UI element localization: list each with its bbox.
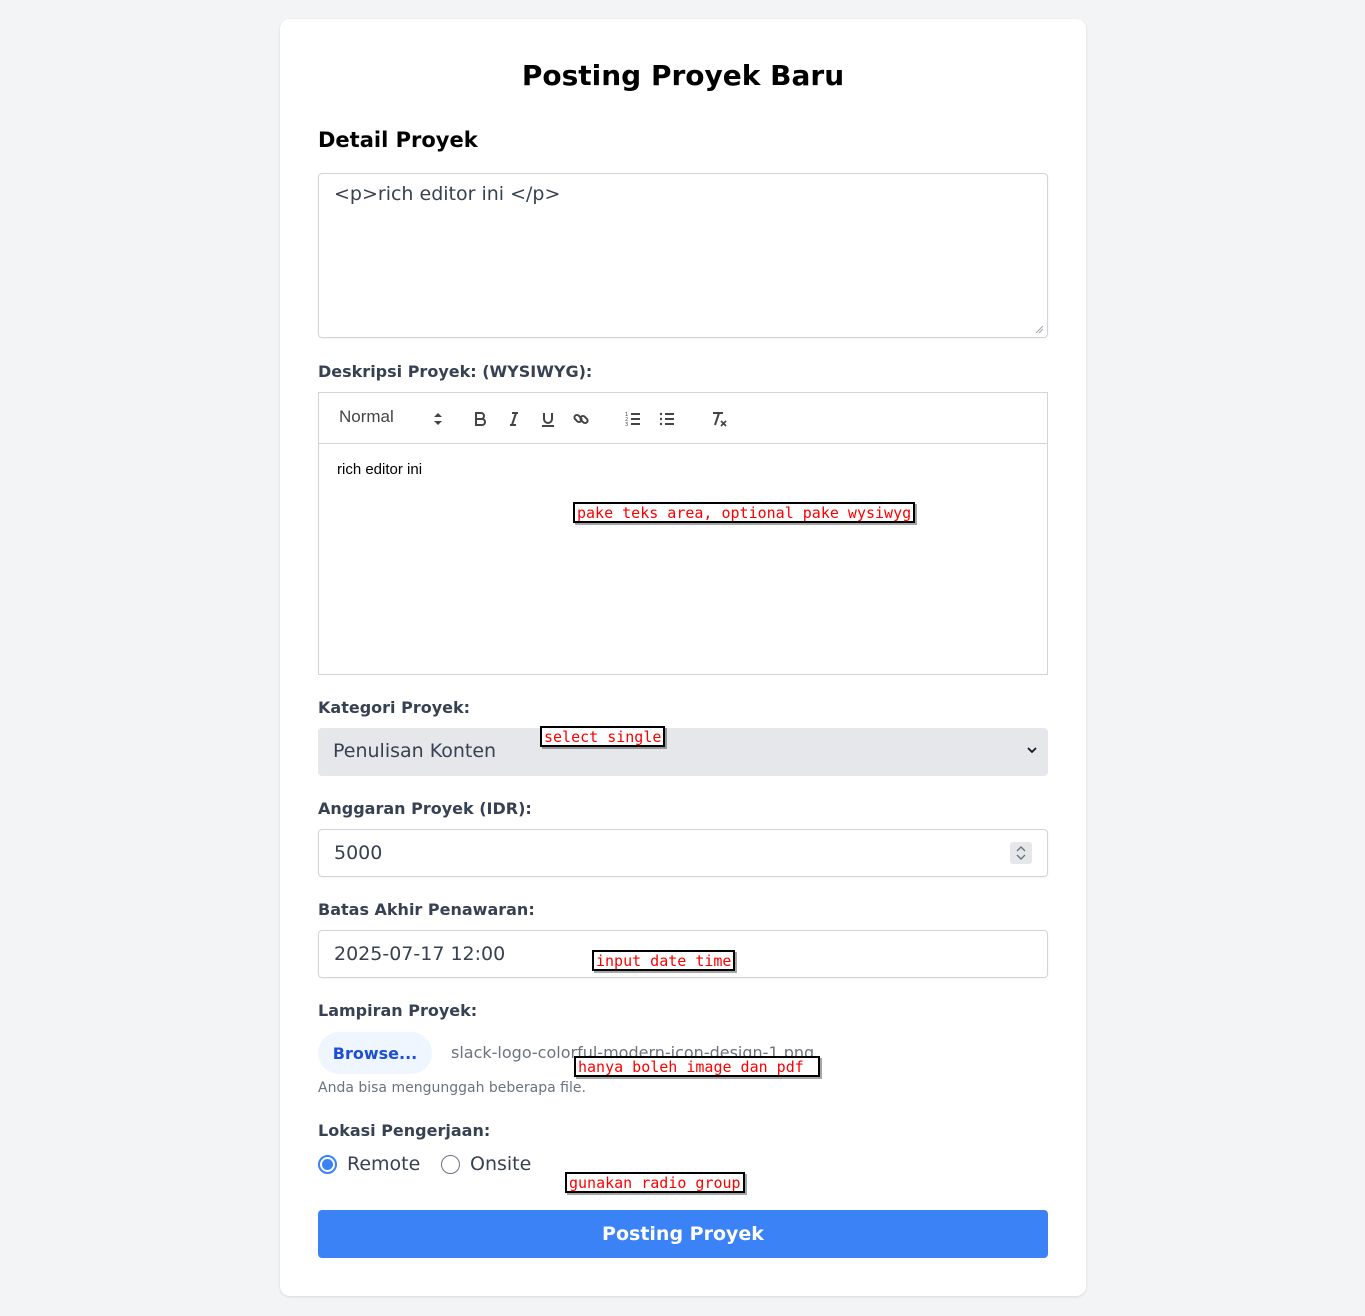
radio-option-onsite[interactable]: Onsite	[441, 1153, 531, 1175]
bullet-list-icon[interactable]	[654, 406, 680, 432]
page-title: Posting Proyek Baru	[521, 59, 845, 92]
underline-icon[interactable]	[535, 406, 561, 432]
annotation-datetime-note: input date time	[592, 950, 736, 971]
radio-onsite-label: Onsite	[470, 1153, 532, 1175]
spinner-arrows-icon	[1016, 846, 1026, 860]
annotation-radio-note: gunakan radio group	[565, 1172, 745, 1193]
radio-onsite[interactable]	[441, 1154, 460, 1174]
budget-label: Anggaran Proyek (IDR):	[318, 799, 532, 818]
description-label: Deskripsi Proyek: (WYSIWYG):	[318, 362, 593, 381]
editor-content: rich editor ini	[337, 461, 423, 478]
deadline-label: Batas Akhir Penawaran:	[318, 900, 535, 919]
detail-textarea-value: <p>rich editor ini </p>	[334, 183, 561, 205]
select-arrows-icon	[434, 413, 442, 425]
format-select-value: Normal	[339, 407, 394, 426]
radio-remote-label: Remote	[347, 1153, 421, 1175]
wysiwyg-editor[interactable]: rich editor ini	[318, 444, 1048, 675]
browse-button[interactable]: Browse...	[318, 1032, 432, 1074]
submit-button[interactable]: Posting Proyek	[318, 1210, 1048, 1258]
attachment-hint: Anda bisa mengunggah beberapa file.	[318, 1080, 586, 1096]
category-select[interactable]: Penulisan Konten	[318, 728, 1048, 776]
detail-textarea[interactable]: <p>rich editor ini </p>	[318, 173, 1048, 338]
category-select-value: Penulisan Konten	[333, 740, 497, 762]
form-card: Posting Proyek Baru Detail Proyek <p>ric…	[280, 19, 1086, 1296]
editor-toolbar: Normal 123	[318, 392, 1048, 444]
number-spinner[interactable]	[1010, 842, 1032, 864]
resize-handle-icon[interactable]	[1034, 324, 1044, 334]
annotation-editor-note: pake teks area, optional pake wysiwyg	[573, 502, 916, 523]
bold-icon[interactable]	[467, 406, 493, 432]
location-label: Lokasi Pengerjaan:	[318, 1121, 491, 1140]
budget-input[interactable]: 5000	[318, 829, 1048, 877]
radio-option-remote[interactable]: Remote	[318, 1153, 420, 1175]
format-select[interactable]: Normal	[339, 407, 443, 431]
italic-icon[interactable]	[501, 406, 527, 432]
clear-format-icon[interactable]	[706, 406, 732, 432]
ordered-list-icon[interactable]: 123	[620, 406, 646, 432]
section-title: Detail Proyek	[318, 128, 478, 152]
deadline-input-value: 2025-07-17 12:00	[334, 943, 506, 965]
attachment-label: Lampiran Proyek:	[318, 1001, 478, 1020]
category-label: Kategori Proyek:	[318, 698, 471, 717]
link-icon[interactable]	[568, 406, 594, 432]
budget-input-value: 5000	[334, 842, 383, 864]
annotation-select-note: select single	[540, 726, 666, 747]
annotation-file-note: hanya boleh image dan pdf	[574, 1056, 820, 1077]
svg-text:3: 3	[625, 422, 628, 428]
chevron-down-icon	[1027, 747, 1037, 754]
radio-remote[interactable]	[318, 1154, 337, 1174]
